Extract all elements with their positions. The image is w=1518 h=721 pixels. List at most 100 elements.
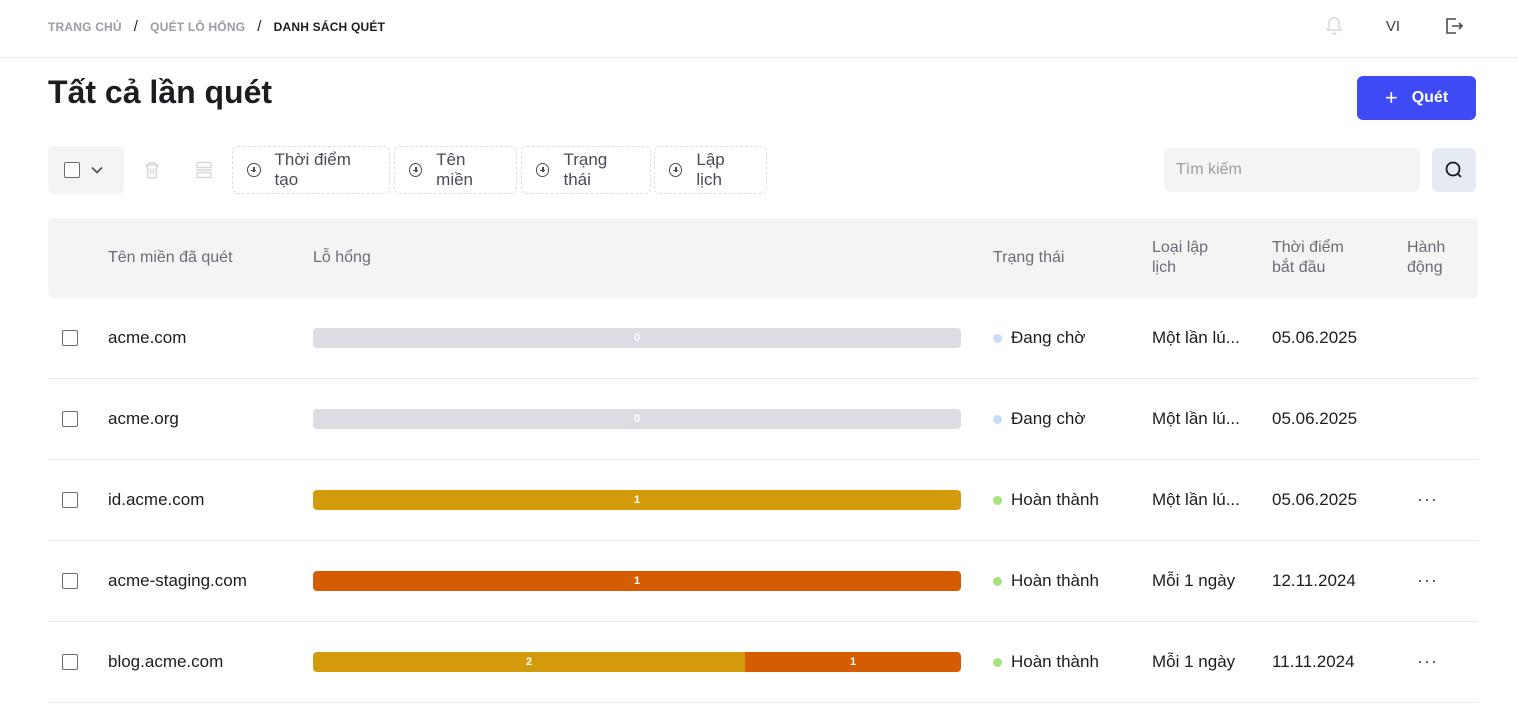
row-status: Hoàn thành [993,652,1099,672]
status-label: Đang chờ [1011,328,1086,347]
row-domain[interactable]: blog.acme.com [108,652,223,672]
row-checkbox[interactable] [62,492,78,508]
trash-icon[interactable] [140,158,164,182]
table-row[interactable]: acme-staging.com 1 Hoàn thành Mỗi 1 ngày… [48,541,1478,622]
table-row[interactable]: acme.com 0 Đang chờ Một lần lú... 05.06.… [48,298,1478,379]
row-schedule: Một lần lú... [1152,490,1240,509]
top-bar: TRANG CHỦ / QUÉT LỖ HỔNG / DANH SÁCH QUÉ… [0,0,1518,58]
vulnerability-segment: 1 [313,490,961,510]
table-header: Tên miền đã quét Lỗ hổng Trạng thái Loại… [48,218,1478,298]
row-checkbox[interactable] [62,411,78,427]
row-schedule: Mỗi 1 ngày [1152,571,1236,590]
filter-label: Thời điểm tạo [274,150,351,189]
table-row[interactable]: id.acme.com 1 Hoàn thành Một lần lú... 0… [48,460,1478,541]
column-header-start-time[interactable]: Thời điểm bắt đầu [1272,238,1344,278]
header-actions: VI [1322,14,1466,38]
language-switcher[interactable]: VI [1386,18,1400,35]
new-scan-label: Quét [1411,89,1449,106]
row-status: Hoàn thành [993,490,1099,510]
row-schedule: Mỗi 1 ngày [1152,652,1236,671]
column-header-actions: Hành động [1407,238,1445,278]
filter-label: Lập lịch [696,150,725,189]
row-status: Hoàn thành [993,571,1099,591]
status-dot [993,495,1002,505]
status-label: Đang chờ [1011,409,1086,428]
status-dot [993,576,1002,586]
table-row[interactable]: acme.org 0 Đang chờ Một lần lú... 05.06.… [48,379,1478,460]
select-all-checkbox[interactable] [64,162,80,178]
row-schedule: Một lần lú... [1152,328,1240,347]
status-dot [993,414,1002,424]
table-row[interactable]: blog.acme.com 21 Hoàn thành Mỗi 1 ngày 1… [48,622,1478,703]
filter-created-time[interactable]: Thời điểm tạo [232,146,390,194]
page-title: Tất cả lần quét [48,74,273,110]
row-start-time: 11.11.2024 [1272,652,1355,671]
filter-label: Tên miền [436,150,474,189]
vulnerability-bar: 1 [313,490,961,510]
column-header-schedule[interactable]: Loại lập lịch [1152,238,1208,278]
plus-circle-icon [536,163,550,177]
column-header-start-line: Thời điểm [1272,239,1344,256]
more-actions-icon[interactable]: ··· [1417,652,1438,670]
vulnerability-segment: 2 [313,652,745,672]
status-label: Hoàn thành [1011,490,1099,509]
breadcrumb-current: DANH SÁCH QUÉT [273,19,386,34]
more-actions-icon[interactable]: ··· [1417,571,1438,589]
row-start-time: 05.06.2025 [1272,490,1358,509]
filter-domain[interactable]: Tên miền [394,146,517,194]
row-start-time: 05.06.2025 [1272,328,1358,347]
filter-label: Trạng thái [563,150,608,189]
column-header-status[interactable]: Trạng thái [993,248,1064,268]
column-header-start-line: bắt đầu [1272,259,1326,276]
filter-status[interactable]: Trạng thái [521,146,651,194]
column-header-schedule-line: lịch [1152,259,1177,276]
search-icon [1445,161,1462,178]
status-dot [993,333,1002,343]
column-header-actions-line: động [1407,259,1443,276]
vulnerability-segment: 0 [313,328,961,348]
more-actions-icon[interactable]: ··· [1417,490,1438,508]
vulnerability-segment: 1 [313,571,961,591]
select-all-dropdown[interactable] [48,146,124,194]
row-schedule: Một lần lú... [1152,409,1240,428]
breadcrumb-home[interactable]: TRANG CHỦ [48,20,122,34]
new-scan-button[interactable]: + Quét [1357,76,1476,120]
column-header-schedule-line: Loại lập [1152,239,1209,256]
merge-icon[interactable] [192,158,216,182]
row-checkbox[interactable] [62,330,78,346]
vulnerability-bar: 0 [313,328,961,348]
breadcrumb-separator: / [257,18,262,35]
vulnerability-segment: 0 [313,409,961,429]
status-label: Hoàn thành [1011,571,1099,590]
breadcrumb-vuln-scan[interactable]: QUÉT LỖ HỔNG [150,20,245,34]
row-start-time: 05.06.2025 [1272,409,1358,428]
breadcrumb-separator: / [133,18,139,35]
column-header-actions-line: Hành [1407,239,1446,256]
column-header-vulnerabilities[interactable]: Lỗ hổng [313,248,371,268]
filter-schedule[interactable]: Lập lịch [654,146,767,194]
vulnerability-bar: 1 [313,571,961,591]
bell-icon[interactable] [1322,14,1346,38]
row-domain[interactable]: id.acme.com [108,490,204,510]
column-header-domain[interactable]: Tên miền đã quét [108,248,233,268]
chevron-down-icon [90,163,104,177]
plus-icon: + [1384,85,1398,110]
vulnerability-segment: 1 [745,652,961,672]
row-start-time: 12.11.2024 [1272,571,1356,590]
search-input[interactable] [1164,148,1420,192]
plus-circle-icon [409,163,423,177]
row-status: Đang chờ [993,409,1085,429]
row-checkbox[interactable] [62,654,78,670]
breadcrumb: TRANG CHỦ / QUÉT LỖ HỔNG / DANH SÁCH QUÉ… [48,18,385,35]
row-checkbox[interactable] [62,573,78,589]
status-dot [993,657,1002,667]
row-domain[interactable]: acme.org [108,409,179,429]
row-domain[interactable]: acme.com [108,328,186,348]
row-status: Đang chờ [993,328,1085,348]
logout-icon[interactable] [1442,14,1466,38]
plus-circle-icon [247,163,261,177]
row-domain[interactable]: acme-staging.com [108,571,247,591]
vulnerability-bar: 21 [313,652,961,672]
search-button[interactable] [1432,148,1476,192]
vulnerability-bar: 0 [313,409,961,429]
